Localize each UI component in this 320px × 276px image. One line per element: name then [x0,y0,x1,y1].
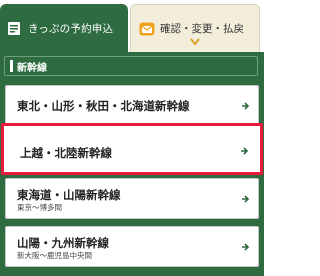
arrow-right-icon [242,243,250,251]
arrow-right-icon [242,195,250,203]
tab-reservation[interactable]: きっぷの予約申込 [0,4,128,52]
route-item-subtitle: 東京〜博多間 [17,203,62,212]
tab-confirm-change-refund[interactable]: 確認・変更・払戻 [130,4,260,52]
ticket-icon [8,21,20,35]
route-item-joetsu-hokuriku[interactable]: 上越・北陸新幹線 [1,123,263,175]
tab-reservation-label: きっぷの予約申込 [28,22,114,35]
tab-bar: きっぷの予約申込 確認・変更・払戻 [0,0,264,52]
route-item-subtitle: 新大阪〜鹿児島中央間 [17,251,92,260]
mail-icon [139,22,155,35]
route-item-tokaido[interactable]: 東海道・山陽新幹線 東京〜博多間 [5,178,259,219]
page: きっぷの予約申込 確認・変更・払戻 新幹線 東北・山形・秋田・北海道新幹線 東海… [0,0,264,276]
arrow-right-icon [242,102,250,110]
route-item-title: 山陽・九州新幹線 [17,236,109,250]
route-item-title: 上越・北陸新幹線 [20,146,112,160]
section-header-bar [10,60,13,72]
route-item-title: 東北・山形・秋田・北海道新幹線 [17,99,190,113]
section-header: 新幹線 [4,56,258,76]
chevron-down-icon [190,38,200,46]
route-item-sanyo-kyushu[interactable]: 山陽・九州新幹線 新大阪〜鹿児島中央間 [5,226,259,267]
route-item-title: 東海道・山陽新幹線 [17,188,121,202]
tab-confirm-label: 確認・変更・払戻 [160,23,244,35]
arrow-right-icon [241,147,249,155]
section-title: 新幹線 [17,62,47,74]
route-item-tohoku[interactable]: 東北・山形・秋田・北海道新幹線 [5,85,259,126]
